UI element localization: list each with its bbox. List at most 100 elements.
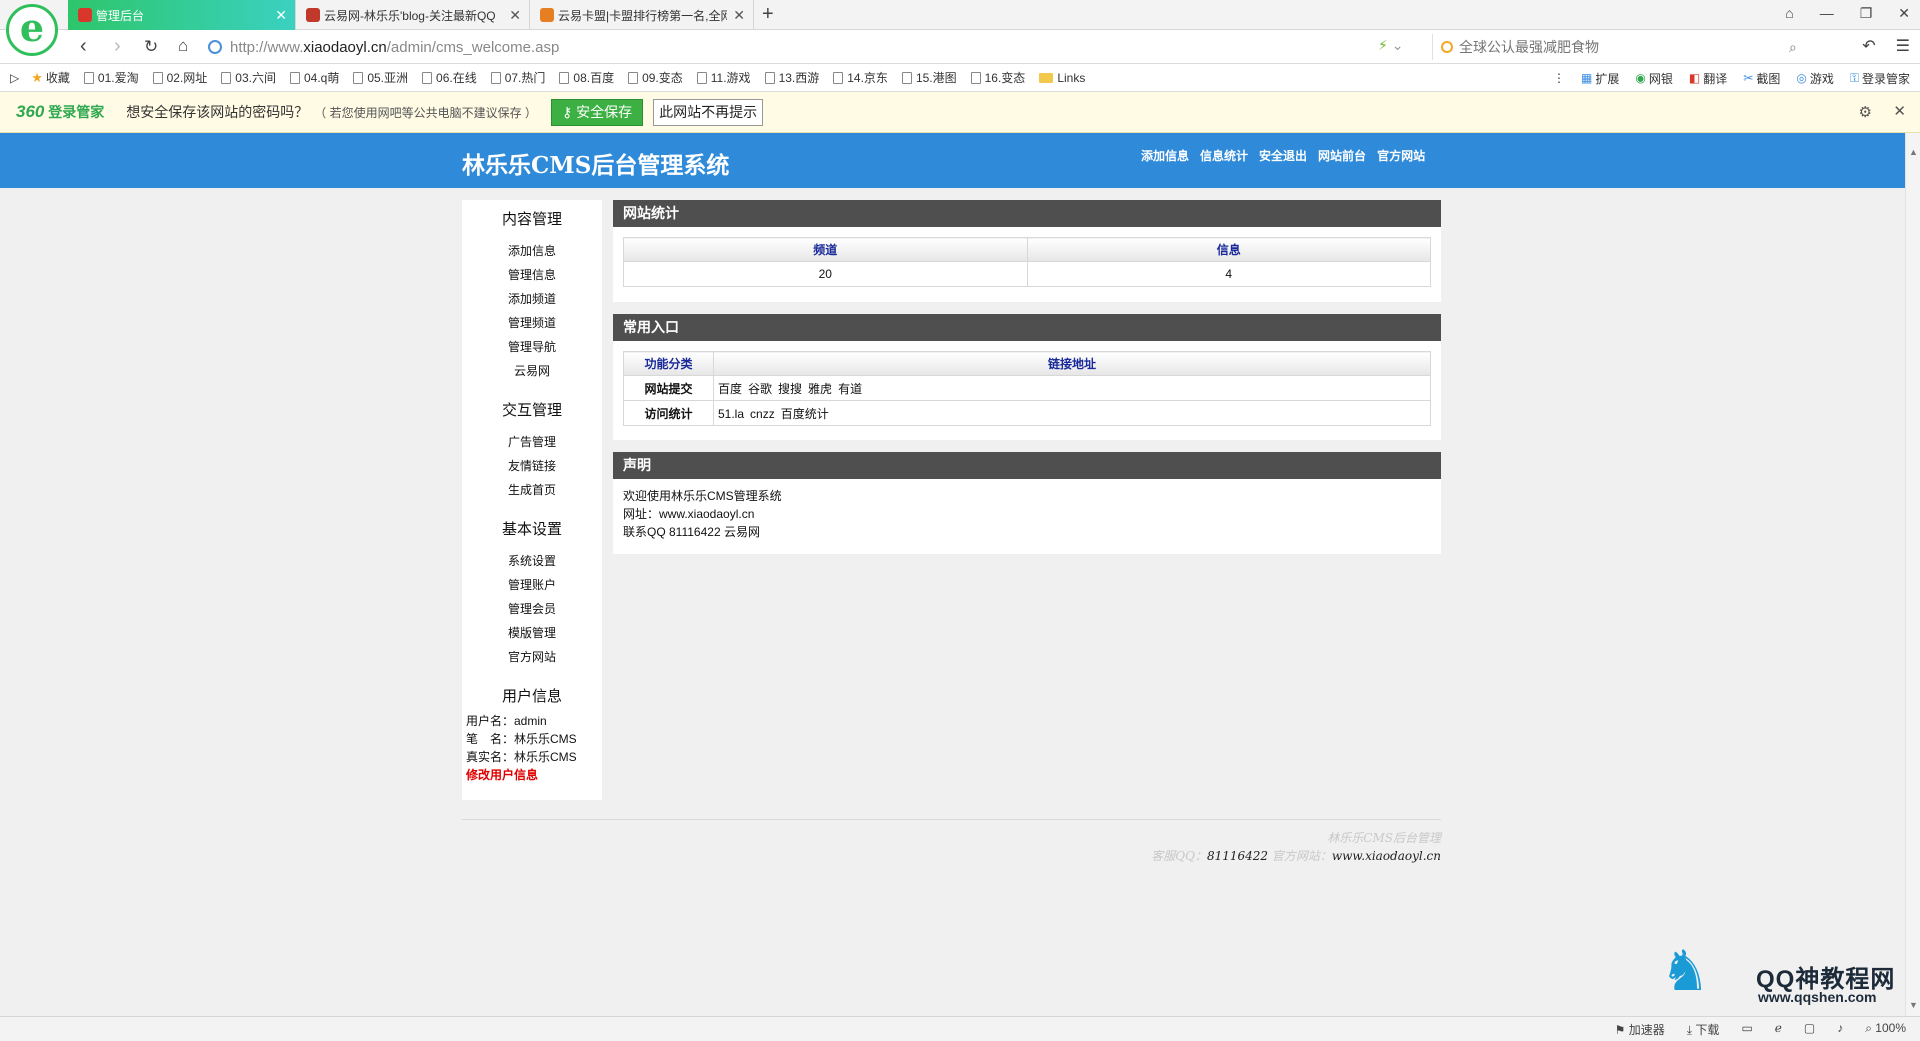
undo-close-icon[interactable]: ↶ [1862,36,1875,56]
tab-title: 云易卡盟|卡盟排行榜第一名,全网 [558,8,728,23]
gear-icon[interactable]: ⚙ [1859,103,1872,121]
tab-blog[interactable]: 云易网-林乐乐'blog-关注最新QQ ✕ [296,0,530,30]
search-engine-icon[interactable] [1441,41,1453,53]
close-window-icon[interactable]: ✕ [1898,5,1910,22]
bookmark-item[interactable]: 02.网址 [152,69,207,86]
close-tab-icon[interactable]: ✕ [275,7,287,24]
link-51la[interactable]: 51.la [718,407,744,421]
bookmark-folder-links[interactable]: Links [1039,71,1085,85]
page-icon [833,71,844,84]
link-google[interactable]: 谷歌 [748,382,772,396]
close-tab-icon[interactable]: ✕ [509,7,521,24]
sidebar-toggle-icon[interactable]: ▷ [10,71,19,85]
more-icon[interactable]: ⋮ [1553,71,1565,85]
bookmark-favorites[interactable]: ★ 收藏 [31,69,70,86]
search-icon[interactable]: ⌕ [1789,39,1797,56]
scroll-up-icon[interactable]: ▲ [1909,147,1918,157]
top-link-frontend[interactable]: 网站前台 [1318,147,1366,164]
address-bar[interactable]: http://www.xiaodaoyl.cn/admin/cms_welcom… [208,34,1413,60]
extension-login[interactable]: ⚿ 登录管家 [1850,70,1910,87]
bookmark-item[interactable]: 09.变态 [628,69,683,86]
folder-icon [1039,72,1054,83]
browser-logo[interactable]: e [6,4,58,56]
edit-user-info-link[interactable]: 修改用户信息 [466,768,538,782]
forward-icon[interactable]: › [114,35,121,58]
extension-screenshot[interactable]: ✂ 截图 [1743,70,1780,87]
ie-icon[interactable]: ℯ [1775,1021,1782,1038]
search-input[interactable] [1459,39,1789,55]
sidebar-item-ads[interactable]: 广告管理 [462,430,602,454]
link-baidu-tongji[interactable]: 百度统计 [781,407,829,421]
tab-favicon-icon [306,8,320,22]
sidebar-item-gen-home[interactable]: 生成首页 [462,478,602,502]
menu-icon[interactable]: ☰ [1896,36,1910,56]
bookmark-item[interactable]: 05.亚洲 [353,69,408,86]
scroll-down-icon[interactable]: ▼ [1909,1000,1918,1010]
url-text[interactable]: http://www.xiaodaoyl.cn/admin/cms_welcom… [230,39,559,56]
bookmark-item[interactable]: 08.百度 [559,69,614,86]
sidebar-item-yunyi[interactable]: 云易网 [462,359,602,383]
refresh-icon[interactable]: ↻ [144,37,158,57]
bookmark-item[interactable]: 01.爱淘 [83,69,139,86]
link-soso[interactable]: 搜搜 [778,382,802,396]
comment-icon[interactable]: ▭ [1741,1021,1752,1038]
sidebar-item-official-site[interactable]: 官方网站 [462,645,602,669]
new-tab-button[interactable]: + [762,3,774,26]
bookmark-item[interactable]: 04.q萌 [289,69,339,86]
url-prefix: http://www. [230,38,304,56]
sidebar-item-templates[interactable]: 模版管理 [462,621,602,645]
extension-games[interactable]: ◎ 游戏 [1796,70,1834,87]
close-tab-icon[interactable]: ✕ [733,7,745,24]
compat-mode-icon[interactable]: ⚡ ⌄ [1378,37,1403,54]
bank-icon: ◉ [1635,71,1646,85]
extension-translate[interactable]: ◧ 翻译 [1689,70,1727,87]
link-youdao[interactable]: 有道 [838,382,862,396]
sidebar-item-links[interactable]: 友情链接 [462,454,602,478]
close-icon[interactable]: ✕ [1893,102,1906,120]
sidebar-item-accounts[interactable]: 管理账户 [462,573,602,597]
bookmark-item[interactable]: 14.京东 [833,69,888,86]
home-icon[interactable]: ⌂ [178,36,188,56]
search-box[interactable]: ⌕ [1432,34,1828,60]
top-link-add-info[interactable]: 添加信息 [1141,147,1189,164]
sidebar-item-manage-channel[interactable]: 管理频道 [462,311,602,335]
link-cnzz[interactable]: cnzz [750,407,775,421]
bookmark-item[interactable]: 13.西游 [764,69,819,86]
minimize-icon[interactable]: — [1820,5,1834,22]
status-accelerator[interactable]: ⚑ 加速器 [1615,1021,1665,1038]
safe-save-button[interactable]: ⚷ 安全保存 [550,98,644,126]
bookmark-item[interactable]: 06.在线 [422,69,477,86]
status-zoom[interactable]: ⌕ 100% [1865,1021,1906,1038]
bookmark-item[interactable]: 11.游戏 [696,69,751,86]
tab-title: 云易网-林乐乐'blog-关注最新QQ [324,8,496,23]
bookmark-item[interactable]: 03.六间 [221,69,276,86]
back-icon[interactable]: ‹ [80,35,87,58]
tab-kameng[interactable]: 云易卡盟|卡盟排行榜第一名,全网 ✕ [530,0,754,30]
extension-bank[interactable]: ◉ 网银 [1635,70,1673,87]
window-icon[interactable]: ▢ [1804,1021,1815,1038]
vertical-scrollbar[interactable]: ▲ ▼ [1905,133,1920,1016]
link-yahoo[interactable]: 雅虎 [808,382,832,396]
sidebar-item-add-channel[interactable]: 添加频道 [462,287,602,311]
bookmark-item[interactable]: 15.港图 [901,69,957,86]
bookmark-item[interactable]: 07.热门 [490,69,545,86]
table-row: 访问统计 51.la cnzz 百度统计 [623,400,1431,426]
link-baidu[interactable]: 百度 [718,382,742,396]
sidebar-item-manage-nav[interactable]: 管理导航 [462,335,602,359]
sidebar-item-manage-info[interactable]: 管理信息 [462,263,602,287]
sidebar-item-members[interactable]: 管理会员 [462,597,602,621]
sidebar-item-add-info[interactable]: 添加信息 [462,239,602,263]
status-downloads[interactable]: ⤓ 下载 [1687,1021,1720,1038]
sound-icon[interactable]: ♪ [1837,1021,1843,1038]
restore-icon[interactable]: ❐ [1860,5,1873,22]
top-link-logout[interactable]: 安全退出 [1259,147,1307,164]
top-link-official[interactable]: 官方网站 [1377,147,1425,164]
top-link-info-stats[interactable]: 信息统计 [1200,147,1248,164]
skin-icon[interactable]: ⌂ [1785,5,1793,22]
sidebar-item-system-settings[interactable]: 系统设置 [462,549,602,573]
bookmark-item[interactable]: 16.变态 [970,69,1025,86]
tab-admin[interactable]: 管理后台 ✕ [68,0,296,30]
never-prompt-button[interactable]: 此网站不再提示 [653,98,764,126]
footer-site[interactable]: www.xiaodaoyl.cn [1332,849,1441,863]
extension-apps[interactable]: ▦ 扩展 [1581,70,1619,87]
